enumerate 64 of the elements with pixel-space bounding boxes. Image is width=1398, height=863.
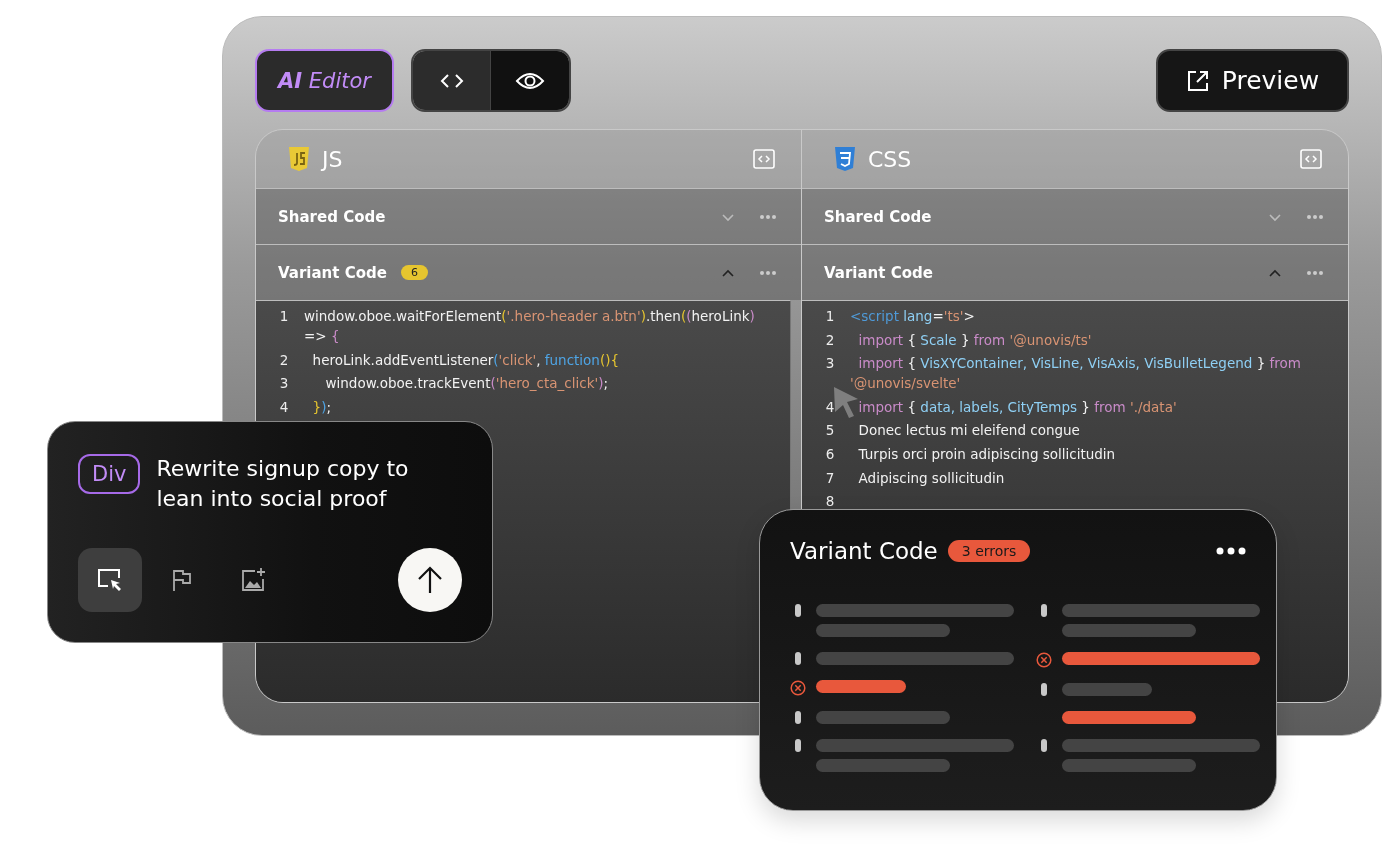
- preview-button[interactable]: Preview: [1156, 49, 1349, 112]
- flag-icon: [171, 568, 193, 592]
- line-marker: [1041, 739, 1047, 752]
- line-marker: [1041, 604, 1047, 617]
- card-title: Variant Code: [790, 538, 938, 564]
- eye-icon: [515, 70, 545, 91]
- section-title: Variant Code: [278, 263, 387, 282]
- section-title: Variant Code: [824, 263, 933, 282]
- line-number: 5: [824, 421, 836, 441]
- chevron-down-icon[interactable]: [721, 211, 735, 222]
- line-marker: [1041, 683, 1047, 696]
- line-marker: [795, 652, 801, 665]
- ai-editor-button[interactable]: AI Editor: [255, 49, 394, 112]
- code-icon: [438, 71, 465, 90]
- chevron-down-icon[interactable]: [1268, 211, 1282, 222]
- code-line: });: [311, 397, 332, 417]
- prompt-text: Rewrite signup copy to lean into social proof: [156, 455, 410, 513]
- error-count-badge: 3 errors: [947, 540, 1031, 562]
- line-number: 2: [278, 350, 290, 370]
- line-marker: [795, 604, 801, 617]
- line-number: 2: [824, 330, 836, 350]
- element-tag: Div: [78, 454, 141, 494]
- code-line: Donec lectus mi eleifend congue: [857, 421, 1080, 441]
- external-link-icon: [1185, 68, 1210, 93]
- line-number: 3: [824, 354, 836, 374]
- line-number: 4: [824, 397, 836, 417]
- code-view-icon[interactable]: [753, 149, 775, 169]
- section-title: Shared Code: [824, 207, 932, 226]
- css-shield-icon: [834, 146, 856, 172]
- select-area-icon: [96, 567, 124, 593]
- code-line: Turpis orci proin adipiscing sollicitudin: [857, 444, 1116, 464]
- add-image-icon: [241, 567, 267, 593]
- panel-title: JS: [322, 146, 343, 172]
- section-title: Shared Code: [278, 207, 386, 226]
- chevron-up-icon[interactable]: [1268, 267, 1282, 278]
- error-icon: [1036, 652, 1052, 668]
- line-number: 8: [824, 492, 836, 512]
- line-number: 4: [278, 397, 290, 417]
- select-tool-button[interactable]: [78, 548, 142, 612]
- line-number: 3: [278, 374, 290, 394]
- code-line: import { VisXYContainer, VisLine, VisAxis, VisBulletLegend } from '@unovis/svelte': [850, 354, 1302, 394]
- panel-title: CSS: [868, 146, 912, 172]
- code-line: Adipiscing sollicitudin: [857, 468, 1005, 488]
- preview-view-tab[interactable]: [491, 51, 569, 110]
- code-line: window.oboe.waitForElement('.hero-header a.btn').then((heroLink) => {: [304, 307, 756, 346]
- line-number: 1: [278, 307, 290, 326]
- arrow-up-icon: [417, 566, 443, 594]
- code-line: import { data, labels, CityTemps } from './data': [857, 397, 1177, 417]
- code-line: heroLink.addEventListener('click', function(){: [311, 350, 620, 370]
- chevron-up-icon[interactable]: [721, 267, 735, 278]
- more-icon[interactable]: [1216, 547, 1246, 555]
- code-line: import { Scale } from '@unovis/ts': [857, 330, 1092, 350]
- count-badge: 6: [400, 265, 428, 280]
- line-number: 6: [824, 444, 836, 464]
- code-line: window.oboe.trackEvent('hero_cta_click');: [324, 374, 609, 394]
- line-number: 7: [824, 468, 836, 488]
- js-shield-icon: [288, 146, 310, 172]
- line-marker: [795, 739, 801, 752]
- code-view-icon[interactable]: [1300, 149, 1322, 169]
- line-marker: [795, 711, 801, 724]
- line-number: 1: [824, 307, 836, 326]
- error-icon: [790, 680, 806, 696]
- code-line: <script lang='ts'>: [850, 307, 975, 326]
- code-view-tab[interactable]: [413, 51, 491, 110]
